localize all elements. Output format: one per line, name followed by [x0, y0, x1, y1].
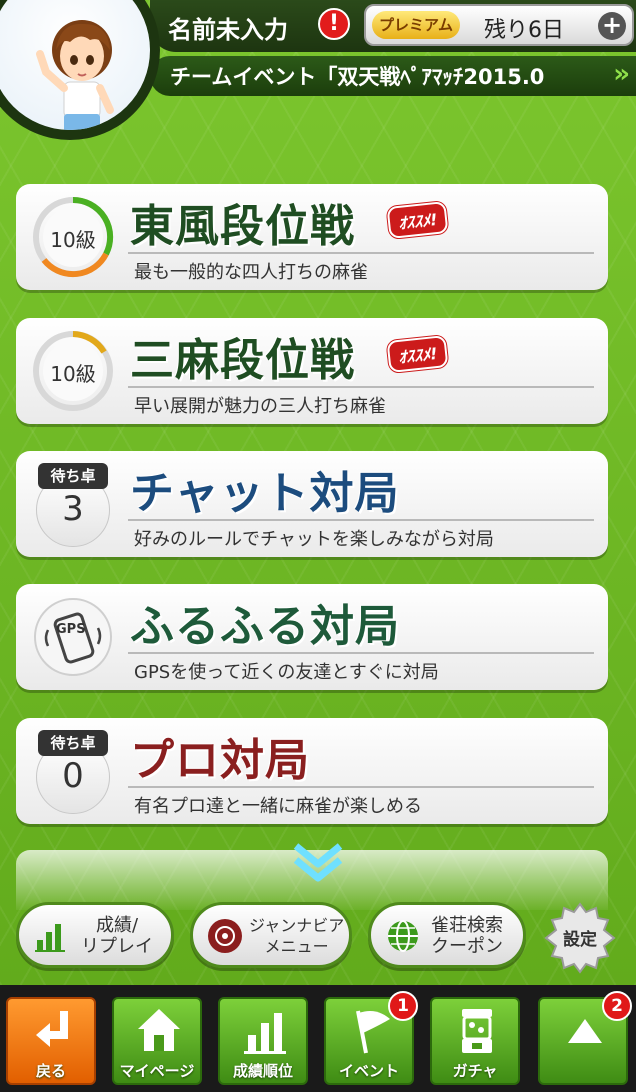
settings-button[interactable]: 設定: [544, 902, 616, 974]
mode-description: 有名プロ達と一緒に麻雀が楽しめる: [134, 796, 422, 817]
tab-label: イベント: [338, 1062, 399, 1080]
wait-label: 待ち卓: [38, 463, 108, 489]
tab-label: ガチャ: [452, 1062, 498, 1080]
wait-count: 3: [62, 489, 84, 529]
rank-label: 10級: [50, 228, 96, 252]
divider: [128, 386, 594, 388]
gacha-machine-icon: [462, 1009, 492, 1053]
stats-replay-button[interactable]: 成績/リプレイ: [16, 902, 174, 968]
stats-replay-label: 成績/リプレイ: [81, 915, 153, 957]
tab-scroll-top[interactable]: 2: [538, 991, 632, 1085]
bar-chart-icon: [35, 924, 65, 952]
tab-ranking[interactable]: 成績順位: [218, 997, 308, 1085]
event-text: チームイベント「双天戦ﾍﾟｱﾏｯﾁ2015.0: [170, 65, 545, 89]
tab-back[interactable]: 戻る: [6, 997, 96, 1085]
divider: [128, 652, 594, 654]
header: 名前未入力 ! プレミアム 残り6日 + チームイベント「双天戦ﾍﾟｱﾏｯﾁ20…: [0, 0, 636, 150]
rank-label: 10級: [50, 362, 96, 386]
waiting-tables-badge: 待ち卓 0: [32, 730, 114, 814]
mode-card-shake-match[interactable]: GPS ふるふる対局 GPSを使って近くの友達とすぐに対局: [16, 584, 608, 690]
tab-mypage[interactable]: マイページ: [112, 997, 202, 1085]
gps-phone-icon: [34, 598, 112, 676]
recommended-badge: ｵｽｽﾒ!: [386, 334, 449, 374]
tab-event[interactable]: イベント 1: [324, 991, 418, 1085]
gps-label: GPS: [56, 622, 86, 637]
mode-card-chat-match[interactable]: 待ち卓 3 チャット対局 好みのルールでチャットを楽しみながら対局: [16, 451, 608, 557]
janavi-logo-icon: [208, 919, 242, 953]
plus-icon[interactable]: +: [598, 12, 626, 40]
mode-card-sanma-dan[interactable]: 10級 三麻段位戦 ｵｽｽﾒ! 早い展開が魅力の三人打ち麻雀: [16, 318, 608, 424]
flag-icon: [356, 1010, 390, 1054]
parlor-search-button[interactable]: 雀荘検索 クーポン: [368, 902, 526, 968]
tab-label: 成績順位: [232, 1062, 293, 1080]
mode-description: 早い展開が魅力の三人打ち麻雀: [134, 396, 386, 417]
avatar-frame[interactable]: [0, 0, 160, 140]
mode-card-tonpu-dan[interactable]: 10級 東風段位戦 ｵｽｽﾒ! 最も一般的な四人打ちの麻雀: [16, 184, 608, 290]
notification-badge: 2: [602, 991, 632, 1021]
notification-badge: 1: [388, 991, 418, 1021]
divider: [128, 519, 594, 521]
event-banner[interactable]: チームイベント「双天戦ﾍﾟｱﾏｯﾁ2015.0 »: [150, 56, 636, 96]
divider: [128, 786, 594, 788]
tab-label: マイページ: [119, 1062, 195, 1080]
bottom-tab-bar: 戻る マイページ 成績順位 イベント 1 ガチャ 2: [0, 985, 636, 1092]
mode-description: GPSを使って近くの友達とすぐに対局: [134, 662, 439, 683]
mode-title: ふるふる対局: [130, 601, 400, 652]
triangle-up-icon: [568, 1019, 602, 1043]
premium-remaining-days: 残り6日: [484, 18, 564, 43]
avatar-character-icon: [36, 20, 114, 130]
avatar[interactable]: [0, 0, 150, 130]
parlor-search-label: 雀荘検索 クーポン: [431, 915, 503, 957]
tab-label: 戻る: [35, 1062, 66, 1080]
mode-title: プロ対局: [130, 735, 310, 786]
janavi-menu-button[interactable]: ジャンナビア メニュー: [190, 902, 352, 968]
alert-icon[interactable]: !: [318, 8, 350, 40]
mode-title: 三麻段位戦: [130, 335, 355, 386]
scroll-down-chevron-icon[interactable]: [288, 840, 348, 884]
settings-label: 設定: [563, 930, 597, 950]
mode-title: チャット対局: [130, 468, 400, 519]
waiting-tables-badge: 待ち卓 3: [32, 463, 114, 547]
janavi-menu-label: ジャンナビア メニュー: [249, 916, 345, 956]
divider: [128, 252, 594, 254]
back-arrow-icon: [36, 1011, 68, 1047]
wait-label: 待ち卓: [38, 730, 108, 756]
player-name[interactable]: 名前未入力: [168, 10, 288, 45]
mode-description: 好みのルールでチャットを楽しみながら対局: [134, 529, 494, 550]
ranking-chart-icon: [244, 1013, 286, 1054]
premium-status[interactable]: プレミアム 残り6日 +: [364, 4, 634, 46]
home-icon: [138, 1009, 180, 1051]
recommended-badge: ｵｽｽﾒ!: [386, 200, 449, 240]
wait-count: 0: [62, 756, 84, 796]
mode-description: 最も一般的な四人打ちの麻雀: [134, 262, 368, 283]
premium-label: プレミアム: [372, 11, 460, 39]
mode-title: 東風段位戦: [130, 201, 355, 252]
tab-gacha[interactable]: ガチャ: [430, 997, 520, 1085]
mode-card-pro-match[interactable]: 待ち卓 0 プロ対局 有名プロ達と一緒に麻雀が楽しめる: [16, 718, 608, 824]
double-chevron-right-icon: »: [613, 59, 630, 89]
globe-icon: [388, 920, 418, 952]
